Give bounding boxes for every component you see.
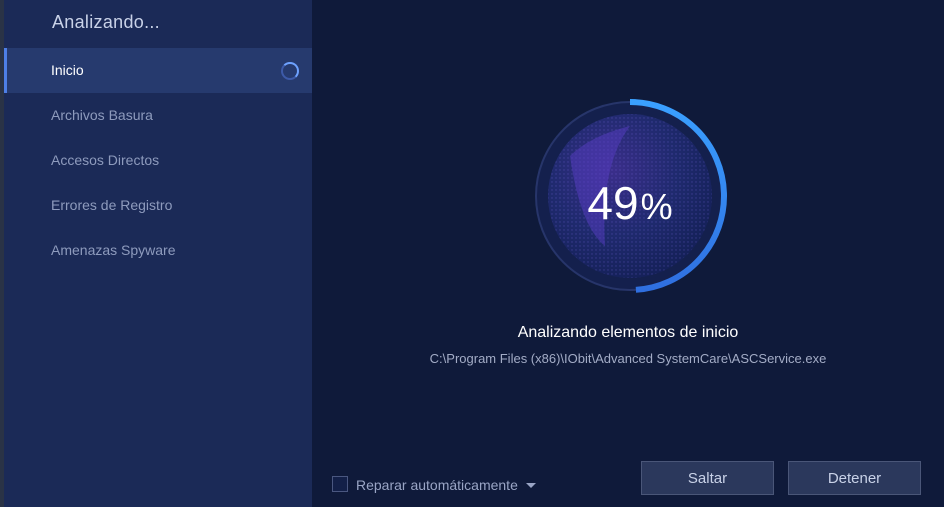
scan-status-title: Analizando elementos de inicio <box>517 324 739 341</box>
scan-current-path: C:\Program Files (x86)\IObit\Advanced Sy… <box>429 351 827 366</box>
progress-percent: 49% <box>530 176 730 230</box>
sidebar-item-label: Inicio <box>51 62 84 78</box>
chevron-down-icon[interactable] <box>526 483 536 488</box>
progress-percent-value: 49 <box>587 177 639 229</box>
sidebar-item-amenazas-spyware[interactable]: Amenazas Spyware <box>4 228 312 273</box>
sidebar-item-inicio[interactable]: Inicio <box>4 48 312 93</box>
sidebar-item-errores-registro[interactable]: Errores de Registro <box>4 183 312 228</box>
skip-button[interactable]: Saltar <box>641 461 774 495</box>
auto-repair-label[interactable]: Reparar automáticamente <box>356 477 518 493</box>
sidebar-item-archivos-basura[interactable]: Archivos Basura <box>4 93 312 138</box>
auto-repair-checkbox[interactable] <box>332 476 348 492</box>
sidebar-title: Analizando... <box>52 12 160 32</box>
loading-spinner-icon <box>281 62 299 80</box>
sidebar: Analizando... Inicio Archivos Basura Acc… <box>4 0 312 507</box>
sidebar-item-label: Accesos Directos <box>51 152 160 168</box>
sidebar-item-label: Archivos Basura <box>51 107 153 123</box>
sidebar-item-label: Amenazas Spyware <box>51 242 176 258</box>
sidebar-item-accesos-directos[interactable]: Accesos Directos <box>4 138 312 183</box>
stop-button[interactable]: Detener <box>788 461 921 495</box>
progress-percent-symbol: % <box>640 186 673 227</box>
main-panel: 49% Analizando elementos de inicio C:\Pr… <box>312 0 944 507</box>
sidebar-item-label: Errores de Registro <box>51 197 173 213</box>
